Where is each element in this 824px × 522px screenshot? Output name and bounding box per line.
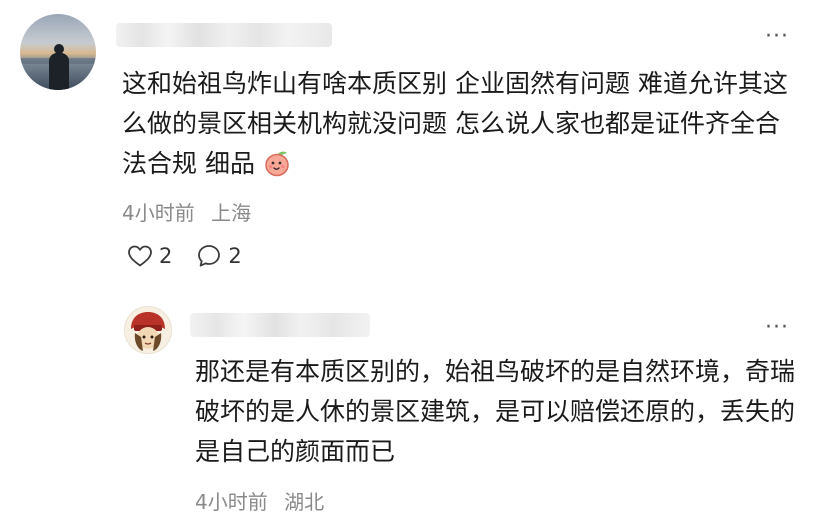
heart-outline-icon [127,244,153,268]
like-button[interactable]: 2 [127,244,172,268]
avatar-person-body [49,53,69,90]
reply-count: 2 [228,244,242,268]
like-count: 2 [159,244,173,268]
username-blurred[interactable] [116,23,332,47]
reply-more-icon[interactable]: ··· [765,317,789,339]
avatar[interactable] [20,14,96,90]
reply-button[interactable]: 2 [196,243,242,269]
reply-username-blurred[interactable] [190,313,370,337]
more-icon[interactable]: ··· [765,26,789,48]
speech-bubble-icon [196,243,222,269]
reply-location: 湖北 [284,490,325,514]
comment-text: 这和始祖鸟炸山有啥本质区别 企业固然有问题 难道允许其这么做的景区相关机构就没问… [122,64,802,184]
reply-text: 那还是有本质区别的，始祖鸟破坏的是自然环境，奇瑞破坏的是人休的景区建筑，是可以赔… [195,357,796,466]
peach-face-emoji-icon [263,149,291,177]
comment-actions: 2 2 [127,243,242,269]
comment-time: 4小时前 [122,201,195,225]
reply-time: 4小时前 [195,490,268,514]
comment-text-body: 这和始祖鸟炸山有啥本质区别 企业固然有问题 难道允许其这么做的景区相关机构就没问… [122,69,788,178]
reply-meta: 4小时前 湖北 [195,486,324,515]
reply-avatar[interactable] [124,306,172,354]
comment-meta: 4小时前 上海 [122,197,251,226]
cartoon-avatar-icon [125,307,171,353]
comment-location: 上海 [211,201,252,225]
